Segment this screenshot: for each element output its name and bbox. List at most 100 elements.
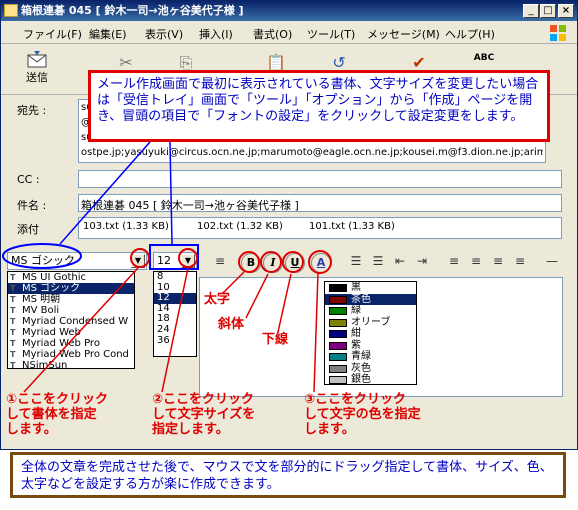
color-swatch <box>329 284 347 292</box>
justify-icon[interactable]: ≡ <box>507 254 533 274</box>
italic-annotation: 斜体 <box>218 317 245 332</box>
color-option[interactable]: 紺 <box>325 328 416 340</box>
color-option[interactable]: オリーブ <box>325 317 416 329</box>
font-option-label: NSimSun <box>22 360 68 369</box>
font-option[interactable]: T MV Boli <box>8 305 134 316</box>
menu-insert[interactable]: 挿入(I) <box>199 26 233 42</box>
font-color-button[interactable]: A <box>311 253 331 273</box>
step1-annotation: ①ここをクリック して書体を指定 します。 <box>6 392 108 437</box>
font-option[interactable]: T Myriad Web Pro <box>8 338 134 349</box>
menu-bar: ファイル(F) 編集(E) 表示(V) 挿入(I) 書式(O) ツール(T) メ… <box>1 22 577 44</box>
menu-file[interactable]: ファイル(F) <box>23 26 82 42</box>
truetype-icon: T <box>10 295 16 304</box>
font-option[interactable]: T MS UI Gothic <box>8 272 134 283</box>
step3-line: します。 <box>304 422 355 437</box>
font-value: MS ゴシック <box>11 254 75 267</box>
size-select[interactable]: 12 ▼ <box>153 252 197 270</box>
color-option-label: 黒 <box>351 282 361 293</box>
subject-field[interactable]: 箱根連碁 045 [ 鈴木一司→池ヶ谷美代子様 ] <box>78 194 562 212</box>
mail-icon <box>4 4 18 17</box>
font-option[interactable]: T Myriad Web <box>8 327 134 338</box>
title-bar: 箱根連碁 045 [ 鈴木一司→池ヶ谷美代子様 ] <box>1 1 577 21</box>
attachment-item[interactable]: 101.txt (1.33 KB) <box>309 221 395 232</box>
size-option[interactable]: 24 <box>154 324 196 336</box>
close-button[interactable]: × <box>558 4 574 18</box>
subject-label: 件名 : <box>17 199 47 212</box>
menu-message[interactable]: メッセージ(M) <box>367 26 440 42</box>
color-option-label: オリーブ <box>351 316 391 328</box>
menu-edit[interactable]: 編集(E) <box>89 26 127 42</box>
window-title: 箱根連碁 045 [ 鈴木一司→池ヶ谷美代子様 ] <box>21 4 244 17</box>
font-option[interactable]: T NSimSun <box>8 360 134 369</box>
color-option-label: 銀色 <box>351 374 371 385</box>
chevron-down-icon[interactable]: ▼ <box>181 254 195 268</box>
color-swatch <box>329 318 347 327</box>
color-dropdown-list: 黒 茶色 緑 オリーブ 紺 紫 青緑 灰色 銀色 <box>324 281 417 385</box>
color-option[interactable]: 黒 <box>325 282 416 294</box>
bottom-callout: 全体の文章を完成させた後で、マウスで文を部分的にドラッグ指定して書体、サイズ、色… <box>10 452 566 498</box>
underline-button[interactable]: U <box>285 253 305 273</box>
font-option-label: MV Boli <box>22 305 60 316</box>
truetype-icon: T <box>10 306 16 315</box>
step1-line: ①ここをクリック <box>6 392 109 407</box>
attachment-item[interactable]: 102.txt (1.32 KB) <box>197 221 283 232</box>
font-option[interactable]: T Myriad Web Pro Cond <box>8 349 134 360</box>
truetype-icon: T <box>10 273 16 282</box>
truetype-icon: T <box>10 350 16 359</box>
color-swatch <box>329 364 347 373</box>
font-option-label: MS 明朝 <box>22 294 61 305</box>
font-select[interactable]: MS ゴシック ▼ <box>7 252 147 270</box>
attachment-item[interactable]: 103.txt (1.33 KB) <box>83 221 169 232</box>
indent-icon[interactable]: ⇥ <box>409 254 435 274</box>
menu-format[interactable]: 書式(O) <box>253 26 292 42</box>
windows-logo-icon <box>550 25 566 41</box>
minimize-button[interactable]: _ <box>523 4 539 18</box>
menu-help[interactable]: ヘルプ(H) <box>445 26 495 42</box>
step1-line: して書体を指定 <box>6 407 97 422</box>
color-swatch <box>329 341 347 350</box>
color-swatch <box>329 330 347 338</box>
color-swatch <box>329 295 347 304</box>
size-option[interactable]: 8 <box>154 272 196 283</box>
color-option[interactable]: 緑 <box>325 305 416 317</box>
attach-label: 添付 <box>17 223 39 236</box>
paragraph-style-icon[interactable]: ≡ <box>207 254 233 274</box>
color-option-label: 青緑 <box>351 351 371 362</box>
menu-view[interactable]: 表示(V) <box>145 26 183 42</box>
color-option-label: 紺 <box>351 328 361 339</box>
size-option[interactable]: 36 <box>154 335 196 347</box>
color-option[interactable]: 銀色 <box>325 374 416 385</box>
font-dropdown-list: T MS UI Gothic T MS ゴシック T MS 明朝 T MV Boli T… <box>7 271 135 369</box>
horizontal-line-icon[interactable]: — <box>539 254 565 274</box>
color-swatch <box>329 353 347 361</box>
color-option[interactable]: 紫 <box>325 340 416 352</box>
bold-annotation: 太字 <box>204 292 231 307</box>
color-option[interactable]: 灰色 <box>325 363 416 375</box>
color-option[interactable]: 青緑 <box>325 351 416 363</box>
size-dropdown-list: 8 10 12 14 18 24 36 <box>153 271 197 357</box>
step3-line: して文字の色を指定 <box>304 407 421 422</box>
font-option[interactable]: T MS ゴシック <box>8 283 134 294</box>
italic-button[interactable]: I <box>263 253 283 273</box>
font-option-label: Myriad Web Pro Cond <box>22 349 129 360</box>
top-callout: メール作成画面で最初に表示されている書体、文字サイズを変更したい場合は「受信トレ… <box>88 70 550 142</box>
cc-field[interactable] <box>78 170 562 188</box>
font-option[interactable]: T MS 明朝 <box>8 294 134 305</box>
font-option-label: Myriad Web Pro <box>22 338 100 349</box>
step2-annotation: ②ここをクリック して文字サイズを 指定します。 <box>152 392 255 437</box>
font-option-label: MS ゴシック <box>22 283 81 294</box>
chevron-down-icon[interactable]: ▼ <box>131 254 145 268</box>
compose-window: 箱根連碁 045 [ 鈴木一司→池ヶ谷美代子様 ] _ □ × ファイル(F) … <box>0 0 578 450</box>
maximize-button[interactable]: □ <box>540 4 556 18</box>
truetype-icon: T <box>10 361 16 369</box>
send-button[interactable]: 送信 <box>7 51 67 91</box>
to-label: 宛先 : <box>17 104 47 117</box>
font-option[interactable]: T Myriad Condensed W <box>8 316 134 327</box>
menu-tools[interactable]: ツール(T) <box>307 26 355 42</box>
color-option[interactable]: 茶色 <box>325 293 416 305</box>
bold-button[interactable]: B <box>241 253 261 273</box>
step1-line: します。 <box>6 422 57 437</box>
font-option-label: Myriad Web <box>22 327 81 338</box>
step2-line: ②ここをクリック <box>152 392 255 407</box>
step2-line: 指定します。 <box>152 422 229 437</box>
